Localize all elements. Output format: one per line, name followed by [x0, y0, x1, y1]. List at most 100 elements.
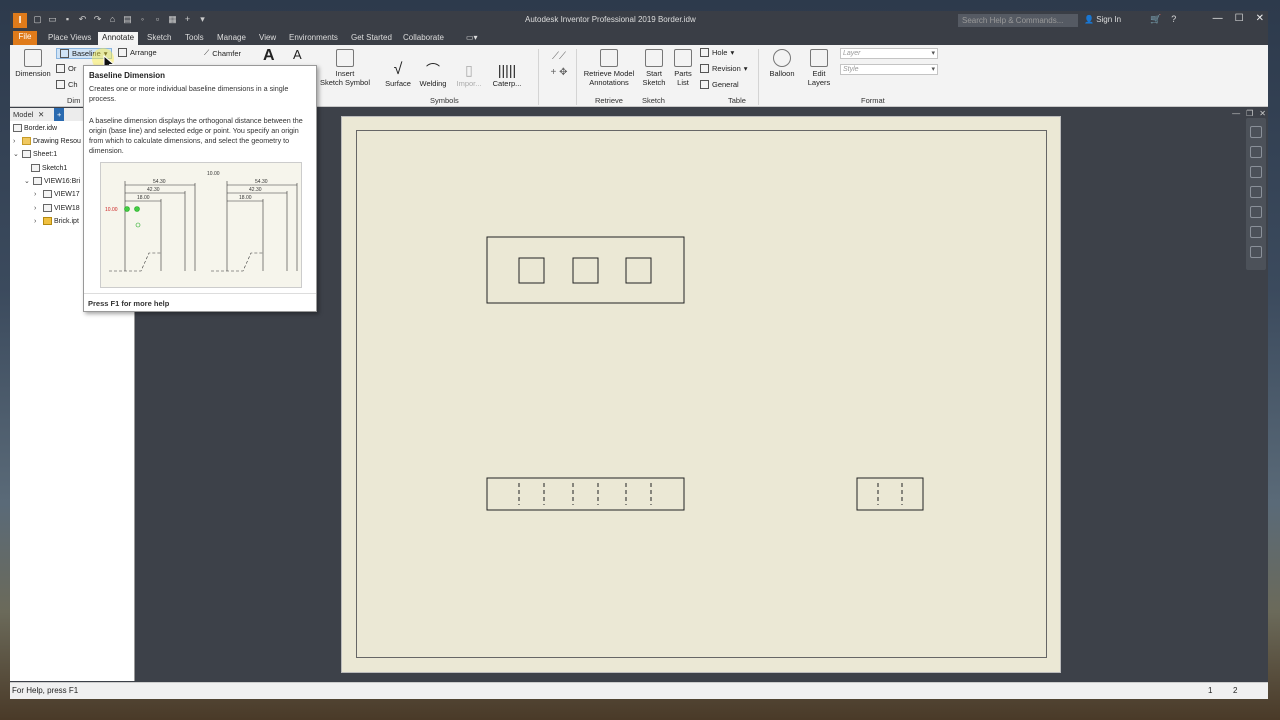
parts-list-button[interactable]: Parts List: [670, 49, 696, 87]
nav-bar-menu-icon[interactable]: [1250, 246, 1262, 258]
print-icon[interactable]: ▤: [122, 14, 133, 25]
tab-model[interactable]: Model: [13, 110, 33, 119]
import-button[interactable]: ▯ Impor...: [452, 61, 486, 88]
dimension-icon: [24, 49, 42, 67]
search-input[interactable]: Search Help & Commands...: [958, 14, 1078, 27]
maximize-icon[interactable]: ☐: [1235, 13, 1244, 24]
orbit-icon[interactable]: [1250, 206, 1262, 218]
help-icon[interactable]: ?: [1171, 14, 1176, 25]
canvas-minimize-icon[interactable]: —: [1232, 109, 1240, 118]
hole-table-button[interactable]: Hole ▾: [700, 48, 734, 57]
retrieve-label-2: Annotations: [589, 78, 629, 87]
zoom-icon[interactable]: [1250, 166, 1262, 178]
tree-item-sketch[interactable]: Sketch1: [31, 164, 67, 172]
tab-collaborate[interactable]: Collaborate: [399, 32, 448, 45]
tree-item-sheet[interactable]: ⌄ Sheet:1: [13, 150, 57, 158]
tab-environments[interactable]: Environments: [285, 32, 342, 45]
tab-view[interactable]: View: [255, 32, 280, 45]
welding-button[interactable]: ⌒ Welding: [416, 61, 450, 88]
tree-item-drawing-resources[interactable]: › Drawing Resou: [13, 137, 81, 145]
general-table-icon: [700, 80, 709, 89]
collapse-icon[interactable]: ⌄: [13, 150, 20, 158]
undo-icon[interactable]: ↶: [77, 14, 88, 25]
baseline-tooltip: Baseline Dimension Creates one or more i…: [83, 65, 317, 312]
leader-text-icon[interactable]: A: [293, 47, 302, 62]
pan-icon[interactable]: [1250, 146, 1262, 158]
tab-manage[interactable]: Manage: [213, 32, 250, 45]
tab-tools[interactable]: Tools: [181, 32, 208, 45]
revision-table-button[interactable]: Revision ▾: [700, 64, 748, 73]
sketch-panel-label: Sketch: [642, 96, 665, 105]
add-browser-tab-icon[interactable]: +: [54, 108, 65, 121]
full-nav-wheel-icon[interactable]: [1250, 126, 1262, 138]
tab-place-views[interactable]: Place Views: [44, 32, 95, 45]
retrieve-label-1: Retrieve Model: [583, 69, 635, 78]
save-icon[interactable]: ▪: [62, 14, 73, 25]
chain-button[interactable]: Ch: [56, 80, 78, 89]
edit-layers-button[interactable]: Edit Layers: [805, 49, 833, 87]
caterpillar-button[interactable]: ||||| Caterp...: [488, 61, 526, 88]
hole-table-icon: [700, 48, 709, 57]
sign-in-button[interactable]: 👤 Sign In: [1084, 15, 1121, 24]
select-icon[interactable]: ◦: [137, 14, 148, 25]
arrange-button[interactable]: Arrange: [118, 48, 157, 57]
tab-get-started[interactable]: Get Started: [347, 32, 396, 45]
plus-icon[interactable]: +: [182, 14, 193, 25]
tooltip-illustration-drawing: 54.30 42.30 18.00 10.00 54.30 42.30 18.0…: [105, 171, 298, 272]
tab-file[interactable]: File: [13, 31, 37, 45]
minimize-icon[interactable]: —: [1213, 13, 1223, 24]
ordinate-icon: [56, 64, 65, 73]
update-icon[interactable]: ▦: [167, 14, 178, 25]
style-select[interactable]: Style: [840, 64, 938, 75]
expand-icon[interactable]: ›: [34, 191, 41, 198]
ribbon-separator: [538, 49, 539, 105]
ordinate-label: Or: [68, 64, 77, 73]
tree-item-view17[interactable]: › VIEW17: [34, 190, 80, 198]
sketch-icon: [31, 164, 40, 172]
part-icon: [43, 217, 52, 225]
ordinate-button[interactable]: Or: [56, 64, 76, 73]
zoom-window-icon[interactable]: [1250, 186, 1262, 198]
expand-icon[interactable]: ›: [34, 218, 41, 225]
customize-icon[interactable]: ▾: [197, 14, 208, 25]
tab-annotate[interactable]: Annotate: [98, 32, 139, 45]
balloon-button[interactable]: Balloon: [766, 49, 798, 78]
tooltip-dim-5: 54.30: [255, 179, 268, 185]
tooltip-long-description: A baseline dimension displays the orthog…: [89, 116, 303, 155]
tree-item-drawing[interactable]: Border.idw: [13, 124, 57, 132]
start-sketch-button[interactable]: Start Sketch: [640, 49, 668, 87]
sketch-tools-icon[interactable]: ⟋⟋ + ✥: [546, 49, 572, 81]
table-panel-label: Table: [728, 96, 746, 105]
tab-sketch[interactable]: Sketch: [143, 32, 175, 45]
dimension-button[interactable]: Dimension: [13, 49, 53, 78]
layer-select[interactable]: Layer: [840, 48, 938, 59]
view-face-icon[interactable]: [1250, 226, 1262, 238]
cart-icon[interactable]: 🛒: [1150, 14, 1161, 25]
open-icon[interactable]: ▭: [47, 14, 58, 25]
revision-label: Revision: [712, 64, 741, 73]
insert-sketch-symbol-button[interactable]: Insert Sketch Symbol: [315, 49, 375, 87]
tree-item-view18[interactable]: › VIEW18: [34, 204, 80, 212]
canvas-restore-icon[interactable]: ❐: [1246, 109, 1253, 118]
retrieve-model-annotations-button[interactable]: Retrieve Model Annotations: [580, 49, 638, 87]
close-browser-icon[interactable]: ✕: [38, 108, 44, 121]
tree-item-brick[interactable]: › Brick.ipt: [34, 217, 79, 225]
close-icon[interactable]: ✕: [1256, 13, 1264, 24]
drawing-sheet[interactable]: [341, 116, 1061, 673]
surface-button[interactable]: √ Surface: [382, 61, 414, 88]
general-table-button[interactable]: General: [700, 80, 739, 89]
tooltip-dim-1: 54.30: [153, 179, 166, 185]
canvas-close-icon[interactable]: ✕: [1259, 109, 1266, 118]
home-icon[interactable]: ⌂: [107, 14, 118, 25]
chamfer-button[interactable]: ⟋ Chamfer: [204, 48, 241, 58]
redo-icon[interactable]: ↷: [92, 14, 103, 25]
measure-icon[interactable]: ▫: [152, 14, 163, 25]
ribbon-options-icon[interactable]: ▭▾: [462, 32, 482, 45]
drawing-icon: [13, 124, 22, 132]
tree-item-view16[interactable]: ⌄ VIEW16:Bri: [24, 177, 80, 185]
text-icon[interactable]: A: [263, 47, 275, 65]
expand-icon[interactable]: ›: [34, 205, 41, 212]
collapse-icon[interactable]: ⌄: [24, 177, 31, 185]
new-icon[interactable]: ▢: [32, 14, 43, 25]
expand-icon[interactable]: ›: [13, 138, 20, 145]
